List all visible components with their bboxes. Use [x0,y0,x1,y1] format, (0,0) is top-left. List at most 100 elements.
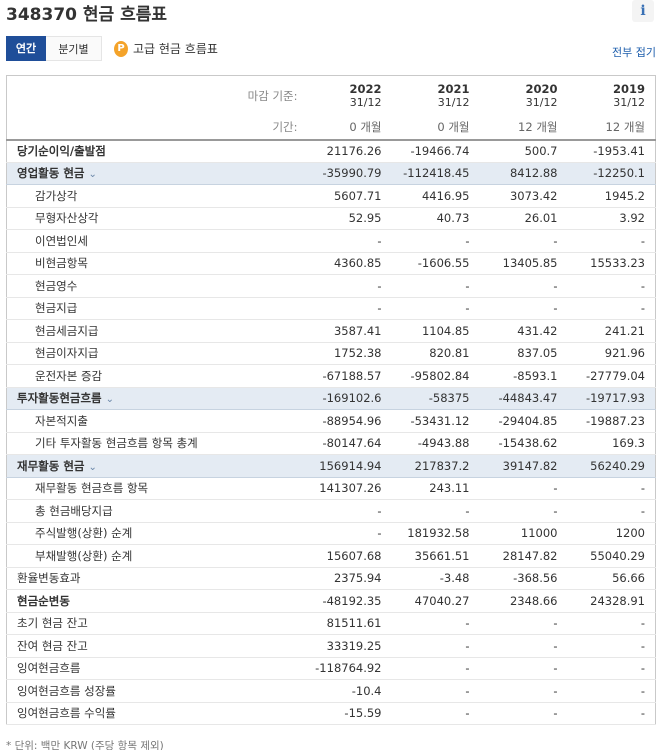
cell-value: 3.92 [567,207,656,230]
row-label: 현금영수 [6,274,304,298]
cell-value: 21176.26 [303,139,392,163]
row-label: 재무활동 현금 ⌄ [6,454,304,478]
premium-icon: P [114,40,128,57]
row-label: 비현금항목 [6,252,304,275]
row-label-text: 주식발행(상환) 순계 [35,526,133,541]
section-row[interactable]: 투자활동현금흐름 ⌄ -169102.6 -58375 -44843.47 -19717.… [6,386,656,410]
row-label: 현금이자지급 [6,342,304,365]
row-label: 기타 투자활동 현금흐름 항목 총계 [6,432,304,455]
cell-value: - [479,229,568,253]
row-label-text: 재무활동 현금흐름 항목 [35,481,149,496]
cell-value: 39147.82 [479,454,568,478]
cell-value: 1752.38 [303,342,392,365]
cell-value: - [303,229,392,253]
row-label-text: 운전자본 증감 [35,368,103,383]
table-row: 기타 투자활동 현금흐름 항목 총계 -80147.64 -4943.88 -1543… [6,432,656,455]
cell-value: - [479,274,568,298]
cell-value: -44843.47 [479,386,568,410]
cell-value: -19466.74 [391,139,480,163]
row-label: 총 현금배당지급 [6,499,304,523]
cell-value: -53431.12 [391,409,480,433]
cell-value: - [567,229,656,253]
column-header: 2022 31/12 [304,76,392,116]
cell-value: 15533.23 [567,252,656,275]
cell-value: -48192.35 [303,589,392,613]
cell-value: 921.96 [567,342,656,365]
row-label: 환율변동효과 [6,567,304,590]
cell-value: 500.7 [479,139,568,163]
period-length-value: 0 개월 [391,115,480,141]
cell-value: -12250.1 [567,161,656,185]
cell-value: 3073.42 [479,184,568,208]
cell-value: -19887.23 [567,409,656,433]
cell-value: 33319.25 [303,634,392,658]
collapse-all-link[interactable]: 전부 접기 [612,44,656,60]
row-label: 영업활동 현금 ⌄ [6,161,304,185]
cell-value: 1200 [567,522,656,545]
column-year: 2020 [525,81,558,96]
cell-value: 11000 [479,522,568,545]
cell-value: -88954.96 [303,409,392,433]
table-row: 환율변동효과 2375.94 -3.48 -368.56 56.66 [6,567,656,590]
row-label: 당기순이익/출발점 [6,139,304,163]
table-row: 무형자산상각 52.95 40.73 26.01 3.92 [6,207,656,230]
cell-value: - [567,634,656,658]
row-label: 잔여 현금 잔고 [6,634,304,658]
cell-value: 156914.94 [303,454,392,478]
cell-value: -3.48 [391,567,480,590]
premium-cashflow-link[interactable]: P 고급 현금 흐름표 [114,40,218,57]
cell-value: 4416.95 [391,184,480,208]
cell-value: - [479,499,568,523]
row-label-text: 현금세금지급 [35,323,99,338]
cell-value: 4360.85 [303,252,392,275]
row-label-text: 기타 투자활동 현금흐름 항목 총계 [35,436,198,451]
table-row: 감가상각 5607.71 4416.95 3073.42 1945.2 [6,184,656,208]
cell-value: -10.4 [303,679,392,703]
cell-value: - [479,702,568,725]
row-label-text: 자본적지출 [35,413,88,428]
cell-value: - [391,702,480,725]
row-label: 초기 현금 잔고 [6,612,304,635]
chevron-down-icon[interactable]: ⌄ [88,169,96,180]
chevron-down-icon[interactable]: ⌄ [106,394,114,405]
cell-value: 47040.27 [391,589,480,613]
cell-value: 5607.71 [303,184,392,208]
cell-value: - [567,612,656,635]
row-label-text: 잉여현금흐름 성장률 [17,683,116,698]
tab-quarterly[interactable]: 분기별 [46,36,102,61]
row-label-text: 무형자산상각 [35,211,99,226]
cell-value: - [303,499,392,523]
cell-value: 55040.29 [567,544,656,568]
cell-value: 56240.29 [567,454,656,478]
cell-value: 24328.91 [567,589,656,613]
row-label-text: 총 현금배당지급 [35,503,113,518]
row-label: 투자활동현금흐름 ⌄ [6,386,304,410]
tab-annual[interactable]: 연간 [6,36,46,61]
info-icon[interactable]: i [632,0,654,22]
cell-value: 820.81 [391,342,480,365]
table-row: 이연법인세 - - - - [6,229,656,253]
row-label-text: 잉여현금흐름 수익률 [17,706,116,721]
cell-value: - [479,657,568,680]
row-label: 운전자본 증감 [6,364,304,388]
cell-value: 181932.58 [391,522,480,545]
column-year: 2021 [437,81,470,96]
period-length-value: 12 개월 [479,115,568,141]
cell-value: 26.01 [479,207,568,230]
period-tabs: 연간 분기별 P 고급 현금 흐름표 [6,36,218,61]
row-label-text: 현금이자지급 [35,346,99,361]
section-row[interactable]: 영업활동 현금 ⌄ -35990.79 -112418.45 8412.88 -12250… [6,161,656,185]
row-label: 부채발행(상환) 순계 [6,544,304,568]
chevron-down-icon[interactable]: ⌄ [88,462,96,473]
cell-value: 3587.41 [303,319,392,343]
row-label: 잉여현금흐름 성장률 [6,679,304,703]
table-row: 총 현금배당지급 - - - - [6,499,656,523]
cell-value: -169102.6 [303,386,392,410]
section-row[interactable]: 재무활동 현금 ⌄ 156914.94 217837.2 39147.82 56240.2… [6,454,656,478]
unit-footnote: * 단위: 백만 KRW (주당 항목 제외) [6,740,164,750]
table-row: 주식발행(상환) 순계 -181932.58 11000 1200 [6,522,656,545]
cell-value: - [391,274,480,298]
table-row: 현금이자지급 1752.38 820.81 837.05 921.96 [6,342,656,365]
column-header: 2019 31/12 [568,76,656,116]
row-label-text: 현금지급 [35,301,78,316]
